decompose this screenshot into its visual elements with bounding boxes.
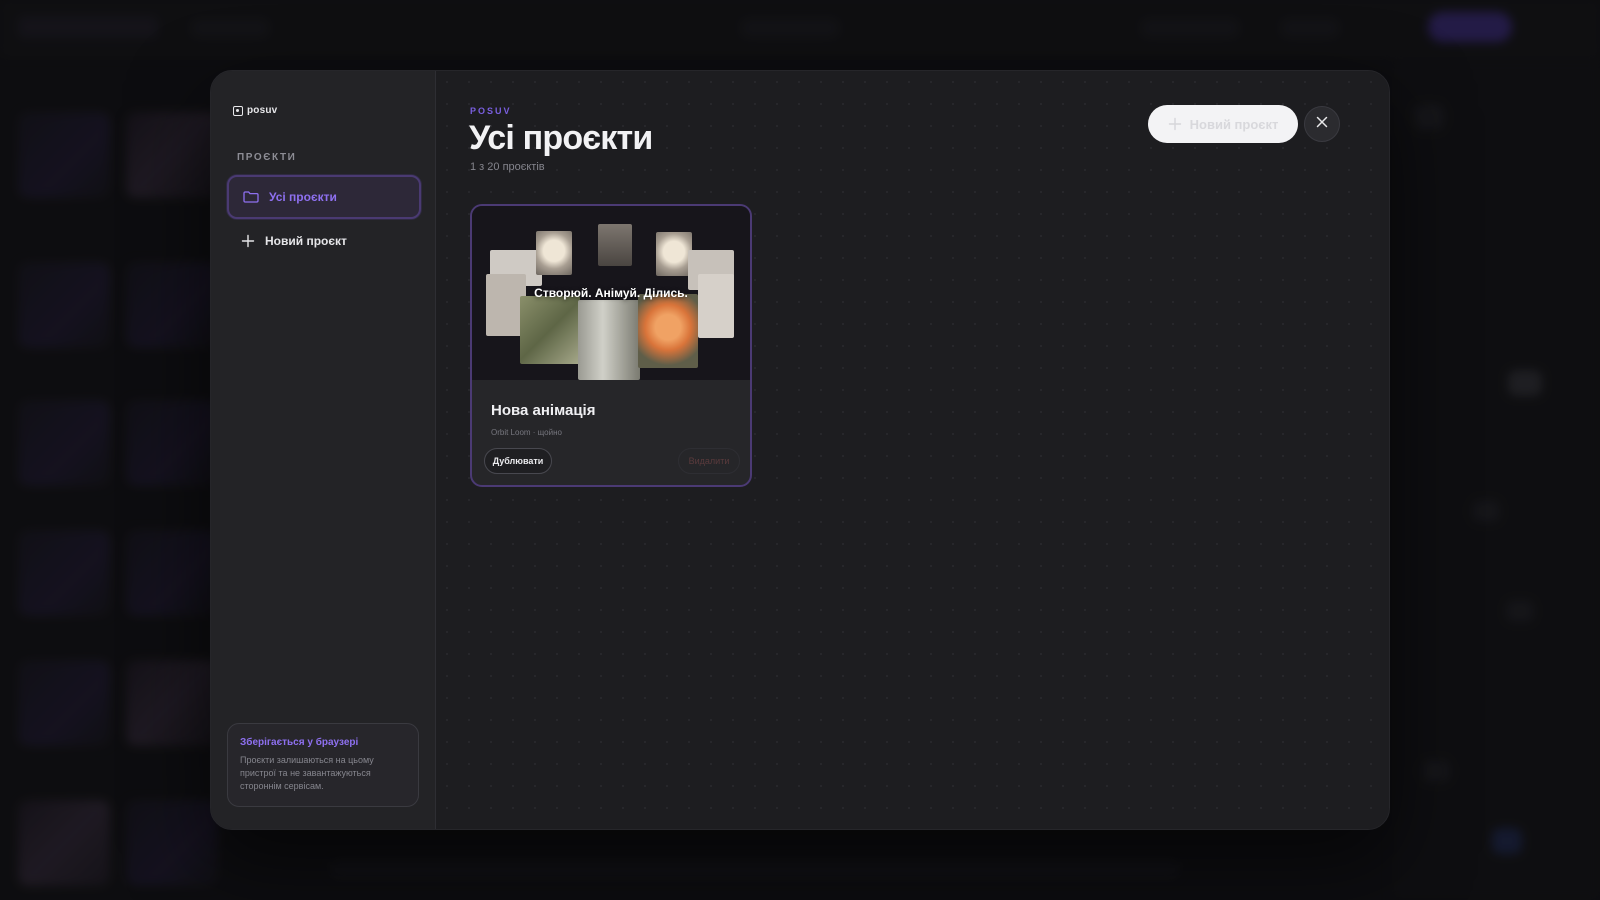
thumbnail-photo	[638, 294, 698, 368]
thumbnail-photo	[698, 274, 734, 338]
thumbnail-photo	[536, 231, 572, 275]
projects-main: POSUV Усі проєкти 1 з 20 проєктів Новий …	[436, 71, 1389, 829]
project-meta: Orbit Loom · щойно	[491, 428, 562, 437]
new-project-button[interactable]: Новий проєкт	[1148, 105, 1298, 143]
page-eyebrow: POSUV	[470, 106, 512, 116]
new-project-label: Новий проєкт	[1189, 116, 1279, 132]
sidebar-section-label: ПРОЄКТИ	[237, 152, 297, 163]
brand-logo: posuv	[233, 105, 421, 116]
storage-note-title: Зберігається у браузері	[240, 737, 359, 748]
sidebar-item-label: Новий проєкт	[265, 234, 347, 248]
folder-icon	[243, 191, 259, 203]
thumbnail-photo	[598, 224, 632, 266]
thumbnail-photo	[578, 300, 640, 380]
thumbnail-caption: Створюй. Анімуй. Ділись.	[534, 286, 688, 300]
projects-sidebar: posuv ПРОЄКТИ Усі проєкти Новий проєкт З…	[211, 71, 436, 829]
project-card[interactable]: Створюй. Анімуй. Ділись. Нова анімація O…	[470, 204, 752, 487]
thumbnail-photo	[656, 232, 692, 276]
project-thumbnail: Створюй. Анімуй. Ділись.	[472, 206, 750, 380]
logo-icon	[233, 105, 243, 116]
close-button[interactable]	[1304, 106, 1340, 142]
delete-button[interactable]: Видалити	[678, 448, 740, 474]
brand-name: posuv	[247, 105, 278, 116]
project-title: Нова анімація	[491, 402, 596, 419]
sidebar-item-new-project[interactable]: Новий проєкт	[227, 219, 421, 263]
duplicate-button[interactable]: Дублювати	[484, 448, 552, 474]
projects-modal: posuv ПРОЄКТИ Усі проєкти Новий проєкт З…	[210, 70, 1390, 830]
storage-note: Зберігається у браузері Проєкти залишают…	[227, 723, 419, 807]
close-icon	[1316, 115, 1328, 133]
sidebar-item-label: Усі проєкти	[269, 190, 337, 204]
thumbnail-photo	[520, 296, 580, 364]
plus-icon	[241, 234, 255, 248]
page-title: Усі проєкти	[469, 119, 653, 157]
sidebar-item-all-projects[interactable]: Усі проєкти	[227, 175, 421, 219]
project-count: 1 з 20 проєктів	[470, 161, 545, 173]
storage-note-text: Проєкти залишаються на цьому пристрої та…	[240, 755, 374, 791]
plus-icon	[1168, 117, 1182, 131]
